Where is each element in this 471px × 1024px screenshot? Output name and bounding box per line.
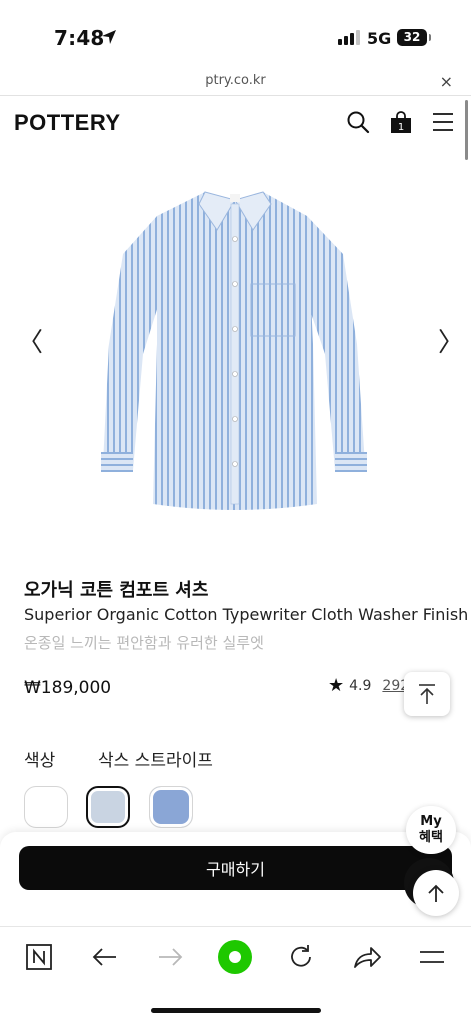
buy-button[interactable]: 구매하기 [19, 846, 452, 890]
scroll-top-button[interactable] [404, 672, 450, 716]
color-swatch-white[interactable] [24, 786, 68, 828]
share-icon [354, 947, 381, 968]
purchase-sheet: 구매하기 [0, 832, 471, 926]
product-price: ₩189,000 [24, 678, 112, 698]
signal-icon [338, 30, 360, 45]
forward-button[interactable] [150, 941, 190, 973]
reload-icon [291, 945, 311, 967]
hamburger-icon [420, 951, 444, 963]
rating-value: 4.9 [349, 677, 372, 694]
network-type: 5G [367, 29, 392, 48]
scrollbar[interactable] [465, 100, 468, 160]
product-name-ko: 오가닉 코튼 컴포트 셔츠 [24, 580, 209, 601]
green-dot-button[interactable] [215, 940, 255, 974]
selected-color-name: 삭스 스트라이프 [98, 751, 213, 771]
arrow-up-bar-icon [419, 684, 435, 704]
home-indicator[interactable] [151, 1008, 321, 1013]
benefit-label-1: My [420, 814, 442, 829]
status-bar: 7:48 5G 32 [0, 0, 471, 70]
benefit-label-2: 혜택 [419, 830, 443, 845]
status-time: 7:48 [54, 26, 105, 50]
gallery-prev-button[interactable]: 〈 [17, 322, 43, 359]
star-icon: ★ [328, 675, 345, 696]
browser-menu-button[interactable] [412, 941, 452, 973]
url-text[interactable]: ptry.co.kr [0, 73, 471, 88]
gallery-next-button[interactable]: 〉 [438, 322, 464, 359]
product-description: 온종일 느끼는 편안함과 유러한 실루엣 [24, 634, 264, 652]
naver-home-button[interactable] [19, 941, 59, 973]
product-gallery[interactable]: 〈 〉 [0, 152, 471, 532]
my-benefit-button[interactable]: My 혜택 [406, 806, 456, 854]
color-label: 색상 [24, 751, 56, 771]
cart-icon[interactable]: 1 [389, 110, 413, 134]
reload-button[interactable] [281, 941, 321, 973]
color-swatch-blue[interactable] [149, 786, 193, 828]
color-swatch-sax-stripe[interactable] [86, 786, 130, 828]
site-header: POTTERY 1 [0, 96, 471, 152]
menu-icon[interactable] [432, 112, 454, 132]
product-image [101, 191, 367, 510]
rating[interactable]: ★ 4.9 292 [328, 675, 409, 696]
green-dot-icon [218, 940, 252, 974]
location-arrow-icon [102, 30, 116, 44]
url-bar[interactable]: ptry.co.kr × [0, 70, 471, 96]
naver-n-icon [26, 944, 52, 970]
cart-count: 1 [398, 122, 404, 133]
back-button[interactable] [85, 941, 125, 973]
product-name-en: Superior Organic Cotton Typewriter Cloth… [24, 605, 469, 624]
arrow-right-icon [159, 948, 183, 966]
close-icon[interactable]: × [440, 72, 453, 91]
arrow-up-icon [428, 884, 444, 902]
site-logo[interactable]: POTTERY [14, 110, 121, 136]
arrow-left-icon [92, 948, 116, 966]
share-button[interactable] [347, 941, 387, 973]
search-icon[interactable] [346, 110, 370, 134]
battery-icon: 32 [397, 29, 431, 46]
scroll-up-button[interactable] [413, 870, 459, 916]
